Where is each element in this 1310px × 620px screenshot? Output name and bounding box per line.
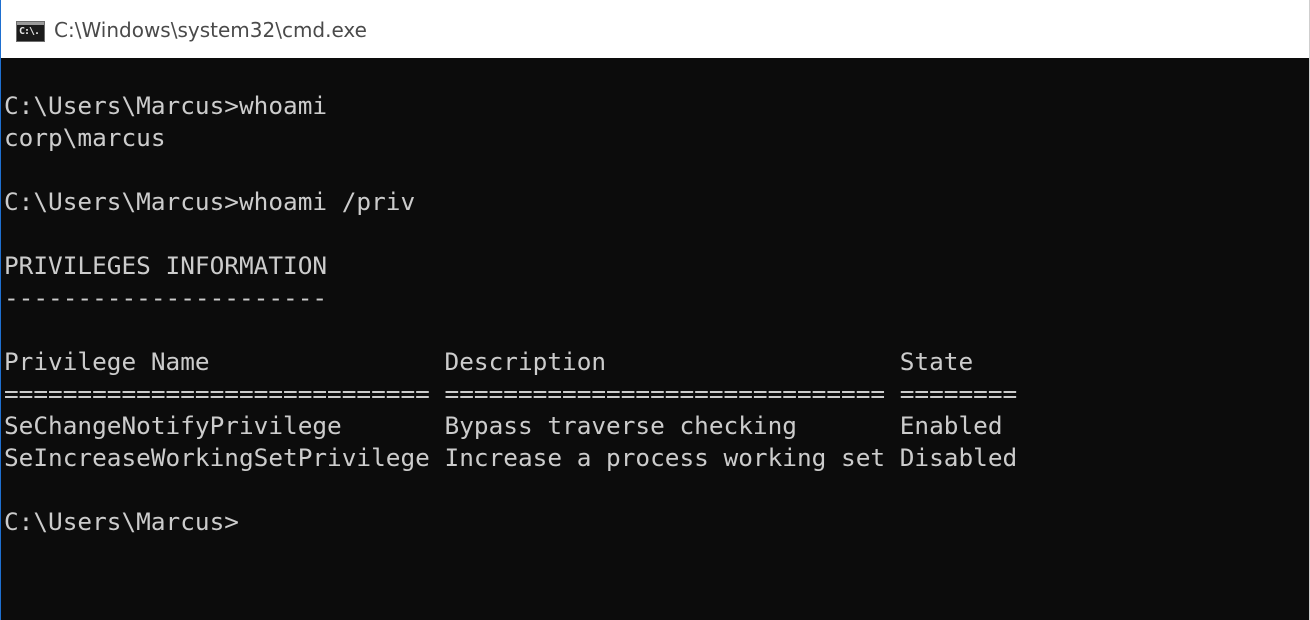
current-prompt[interactable]: C:\Users\Marcus> <box>4 506 1309 538</box>
prompt-line: C:\Users\Marcus>whoami <box>4 91 328 120</box>
prompt-line: C:\Users\Marcus>whoami /priv <box>4 187 416 216</box>
cmd-console-icon[interactable]: C:\. <box>16 21 45 42</box>
title-bar[interactable]: C:\. C:\Windows\system32\cmd.exe <box>1 0 1309 58</box>
console-output[interactable]: C:\Users\Marcus>whoami corp\marcus C:\Us… <box>4 90 1309 620</box>
table-header: Privilege Name Description State <box>4 347 974 376</box>
cmd-window: C:\. C:\Windows\system32\cmd.exe C:\User… <box>0 0 1310 620</box>
table-row: SeIncreaseWorkingSetPrivilege Increase a… <box>4 443 1018 472</box>
window-title: C:\Windows\system32\cmd.exe <box>54 18 367 42</box>
section-heading: PRIVILEGES INFORMATION <box>4 251 328 280</box>
icon-glyph: C:\. <box>19 26 40 37</box>
table-separator: ============================= ==========… <box>4 379 1018 408</box>
table-row: SeChangeNotifyPrivilege Bypass traverse … <box>4 411 1003 440</box>
section-underline: ---------------------- <box>4 283 328 312</box>
output-line: corp\marcus <box>4 123 166 152</box>
